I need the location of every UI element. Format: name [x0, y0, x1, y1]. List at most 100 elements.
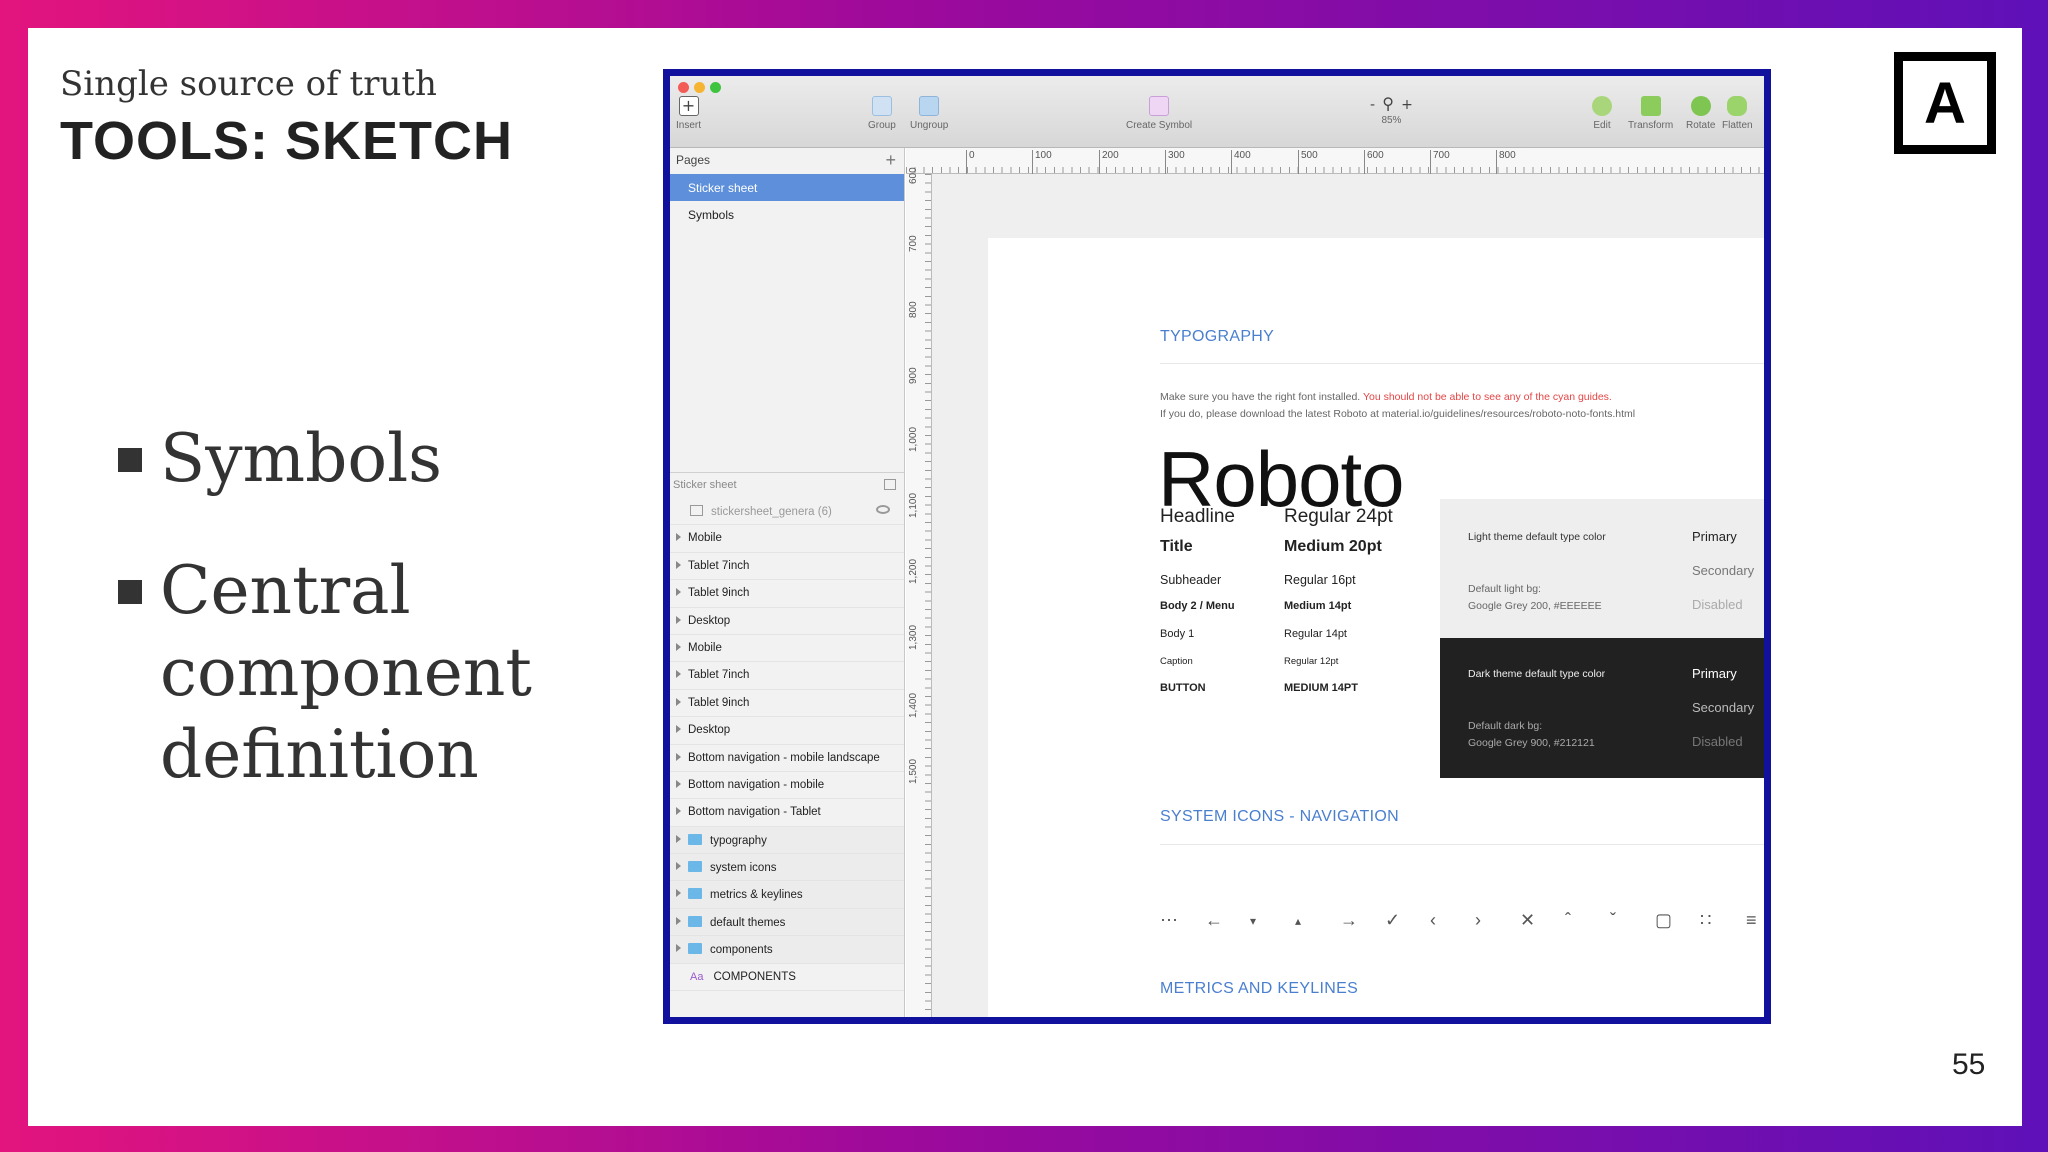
artboard-layer[interactable]: Tablet 7inch [670, 662, 904, 690]
disclosure-triangle-icon[interactable] [676, 642, 681, 651]
ungroup-button[interactable]: Ungroup [910, 96, 948, 131]
rotate-button[interactable]: Rotate [1686, 96, 1715, 131]
expand-less-icon: ˆ [1565, 910, 1571, 930]
type-style-name: Title [1160, 538, 1193, 555]
disclosure-triangle-icon[interactable] [676, 779, 681, 788]
light-primary: Primary [1692, 529, 1737, 544]
edit-button[interactable]: Edit [1592, 96, 1612, 131]
create-symbol-label: Create Symbol [1126, 120, 1193, 131]
group-layer[interactable]: metrics & keylines [670, 881, 904, 909]
eye-icon[interactable] [876, 505, 890, 514]
disclosure-triangle-icon[interactable] [676, 560, 681, 569]
light-theme-swatch: Light theme default type color Default l… [1440, 499, 1764, 639]
artboard-layer[interactable]: Bottom navigation - mobile [670, 772, 904, 800]
disclosure-triangle-icon[interactable] [676, 533, 681, 542]
zoom-in-button[interactable]: + [1401, 97, 1413, 113]
ruler-tick-label: 400 [1231, 150, 1251, 174]
type-row: Headline Regular 24pt [1160, 506, 1393, 528]
bullet-text: Central component definition [160, 552, 532, 793]
insert-button[interactable]: + Insert [676, 96, 701, 131]
layer-label: COMPONENTS [713, 970, 796, 983]
group-layer[interactable]: typography [670, 826, 904, 855]
artboard-layer[interactable]: Bottom navigation - mobile landscape [670, 745, 904, 772]
bullet-item: Symbols [118, 418, 598, 500]
layer-label: default themes [710, 916, 786, 929]
design-canvas[interactable]: TYPOGRAPHY Make sure you have the right … [932, 174, 1764, 1017]
symbol-layer-label: stickersheet_genera (6) [711, 506, 832, 518]
symbol-layer[interactable]: stickersheet_genera (6) [670, 498, 904, 526]
group-layer[interactable]: default themes [670, 908, 904, 937]
group-layer[interactable]: components [670, 936, 904, 964]
group-button[interactable]: Group [868, 96, 896, 131]
type-row: Caption Regular 12pt [1160, 656, 1338, 667]
type-style-value: Regular 24pt [1284, 506, 1393, 527]
collapse-icon[interactable] [884, 479, 896, 490]
slide-title: TOOLS: SKETCH [60, 111, 514, 171]
arrow-back-icon: ← [1205, 910, 1223, 930]
ruler-tick-label: 0 [966, 150, 975, 174]
transform-button[interactable]: Transform [1628, 96, 1673, 131]
text-layer[interactable]: Aa COMPONENTS [670, 964, 904, 992]
artboard-layer[interactable]: Mobile [670, 635, 904, 663]
type-row: BUTTON MEDIUM 14PT [1160, 682, 1358, 694]
fullscreen-icon: ▢ [1655, 910, 1673, 930]
transform-label: Transform [1628, 120, 1674, 131]
menu-icon: ≡ [1746, 910, 1757, 930]
disclosure-triangle-icon[interactable] [676, 834, 681, 843]
close-window-button[interactable] [678, 82, 689, 93]
disclosure-triangle-icon[interactable] [676, 670, 681, 679]
ruler-tick-label: 600 [908, 167, 919, 184]
disclosure-triangle-icon[interactable] [676, 588, 681, 597]
page-number: 55 [1952, 1048, 1986, 1081]
type-style-name: Caption [1160, 656, 1193, 667]
disclosure-triangle-icon[interactable] [676, 725, 681, 734]
artboard-layer[interactable]: Tablet 7inch [670, 553, 904, 581]
add-page-button[interactable]: + [885, 150, 896, 171]
artboard-layer[interactable]: Mobile [670, 525, 904, 553]
ruler-tick-label: 600 [1364, 150, 1384, 174]
disclosure-triangle-icon[interactable] [676, 889, 681, 898]
disclosure-triangle-icon[interactable] [676, 807, 681, 816]
zoom-control[interactable]: - ⚲ + 85% [1370, 94, 1413, 126]
sketch-window: + Insert Group Ungroup Create Symbol - ⚲… [663, 69, 1771, 1024]
ruler-tick-label: 500 [1298, 150, 1318, 174]
group-layer[interactable]: system icons [670, 854, 904, 882]
check-icon: ✓ [1385, 910, 1401, 930]
disclosure-triangle-icon[interactable] [676, 752, 681, 761]
artboard-layer[interactable]: Desktop [670, 717, 904, 745]
group-label: Group [868, 120, 896, 131]
create-symbol-button[interactable]: Create Symbol [1126, 96, 1192, 131]
ruler-tick-label: 1,100 [908, 492, 919, 518]
sticker-sheet-artboard[interactable]: TYPOGRAPHY Make sure you have the right … [988, 238, 1764, 1017]
artboard-layer[interactable]: Desktop [670, 608, 904, 635]
page-item[interactable]: Symbols [670, 201, 904, 228]
disclosure-triangle-icon[interactable] [676, 615, 681, 624]
light-disabled: Disabled [1692, 597, 1743, 612]
layer-label: components [710, 944, 773, 957]
disclosure-triangle-icon[interactable] [676, 697, 681, 706]
ruler-tick-label: 1,500 [908, 758, 919, 784]
disclosure-triangle-icon[interactable] [676, 944, 681, 953]
zoom-out-button[interactable]: - [1370, 97, 1375, 113]
type-row: Subheader Regular 16pt [1160, 573, 1356, 587]
flatten-button[interactable]: Flatten [1722, 96, 1753, 131]
artboard-layer[interactable]: Bottom navigation - Tablet [670, 799, 904, 827]
type-style-value: Medium 20pt [1284, 538, 1382, 555]
type-row: Title Medium 20pt [1160, 538, 1382, 556]
artboard-layer[interactable]: Tablet 9inch [670, 580, 904, 608]
fullscreen-exit-icon: ∷ [1700, 910, 1712, 930]
disclosure-triangle-icon[interactable] [676, 916, 681, 925]
zoom-level: 85% [1381, 115, 1402, 126]
dark-secondary: Secondary [1692, 700, 1755, 715]
artboard-layer[interactable]: Tablet 9inch [670, 690, 904, 718]
minimize-window-button[interactable] [694, 82, 705, 93]
disclosure-triangle-icon[interactable] [676, 862, 681, 871]
type-style-name: BUTTON [1160, 682, 1206, 694]
ruler-tick-label: 1,200 [908, 558, 919, 584]
folder-icon [688, 833, 702, 845]
zoom-window-button[interactable] [710, 82, 721, 93]
page-item[interactable]: Sticker sheet [670, 174, 904, 201]
section-title-typography: TYPOGRAPHY [1160, 328, 1275, 345]
type-style-value: Regular 16pt [1284, 573, 1356, 587]
folder-icon [688, 943, 702, 955]
